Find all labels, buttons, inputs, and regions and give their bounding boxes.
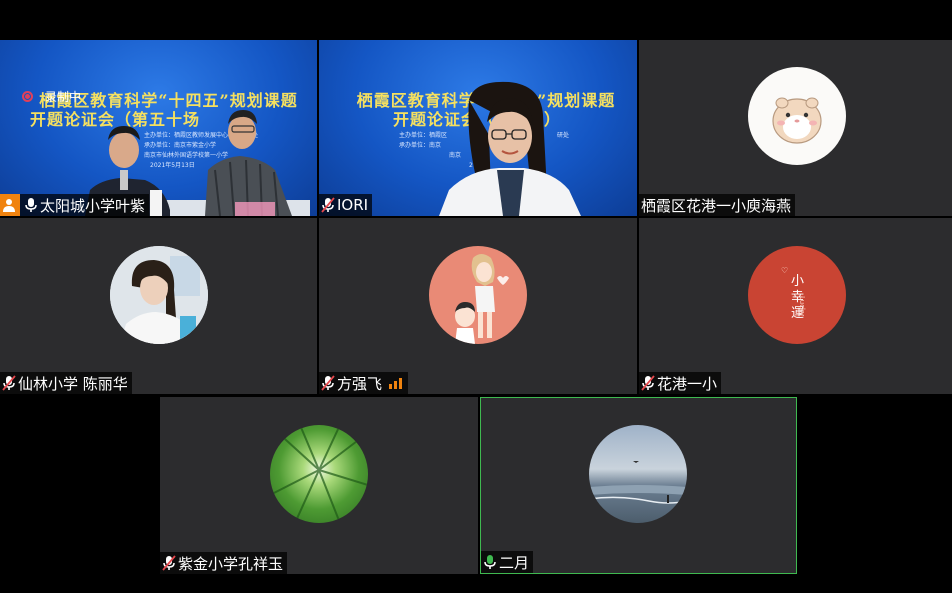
heart-icon: ♡	[781, 266, 789, 275]
recording-label: 录制中	[45, 90, 82, 104]
mic-muted-icon	[2, 375, 16, 391]
video-tile-1[interactable]: 栖霞区教育科学“十四五”规划课题 开题论证会（第五十场 主办单位：栖霞区教师发展…	[0, 40, 317, 216]
person-icon[interactable]	[0, 194, 20, 216]
recording-indicator: 录制中	[22, 88, 81, 105]
participant-name: 方强飞	[337, 374, 383, 393]
video-tile-8-active-speaker[interactable]: 二月	[480, 397, 797, 574]
video-tile-2[interactable]: 栖霞区教育科学“十四五”规划课题 开题论证会（ 场） 主办单位：栖霞区 承办单位…	[319, 40, 637, 216]
participant-name: 花港一小	[657, 374, 718, 393]
mic-icon	[25, 198, 37, 212]
lucky-avatar: 小 幸 運 Lucky ♡	[748, 246, 846, 344]
presenters-image	[85, 110, 310, 216]
presentation-slide: 栖霞区教育科学“十四五”规划课题 开题论证会（ 场） 主办单位：栖霞区 承办单位…	[319, 40, 637, 216]
name-label-bar: 仙林小学 陈丽华	[0, 372, 132, 394]
hamster-avatar	[748, 67, 846, 165]
video-tile-7[interactable]: 紫金小学孔祥玉	[160, 397, 478, 574]
video-tile-5[interactable]: 方强飞	[319, 218, 637, 394]
participant-name: 二月	[499, 553, 530, 572]
name-label-bar: 太阳城小学叶紫	[0, 194, 150, 216]
mic-muted-icon	[321, 197, 335, 213]
video-tile-4[interactable]: 仙林小学 陈丽华	[0, 218, 317, 394]
video-tile-3[interactable]: 栖霞区花港一小庾海燕	[639, 40, 952, 216]
mic-muted-icon	[321, 375, 335, 391]
name-label-bar: 方强飞	[319, 372, 409, 394]
participant-name: 仙林小学 陈丽华	[18, 374, 128, 393]
mic-muted-icon	[641, 375, 655, 391]
presentation-slide: 栖霞区教育科学“十四五”规划课题 开题论证会（第五十场 主办单位：栖霞区教师发展…	[0, 40, 317, 216]
name-label-bar: 栖霞区花港一小庾海燕	[639, 194, 796, 216]
name-label-bar: 花港一小	[639, 372, 722, 394]
bamboo-avatar	[270, 425, 368, 523]
signal-strength-icon[interactable]	[388, 376, 404, 390]
name-label-bar: 二月	[481, 551, 534, 573]
name-label-bar: 紫金小学孔祥玉	[160, 552, 288, 574]
participant-name: 太阳城小学叶紫	[40, 196, 146, 215]
presenter-image	[439, 81, 581, 216]
mic-muted-icon	[162, 555, 176, 571]
cartoon-avatar	[429, 246, 527, 344]
lucky-side-text: Lucky	[798, 296, 806, 317]
profile-photo-avatar	[110, 246, 208, 344]
video-tile-6[interactable]: 小 幸 運 Lucky ♡ 花港一小	[639, 218, 952, 394]
beach-avatar	[589, 425, 687, 523]
mic-active-icon	[484, 555, 496, 569]
name-label-bar: IORI	[319, 194, 373, 216]
record-icon	[22, 91, 33, 102]
participant-name: 紫金小学孔祥玉	[178, 554, 284, 573]
participant-name: IORI	[337, 196, 369, 214]
participant-name: 栖霞区花港一小庾海燕	[641, 196, 792, 215]
